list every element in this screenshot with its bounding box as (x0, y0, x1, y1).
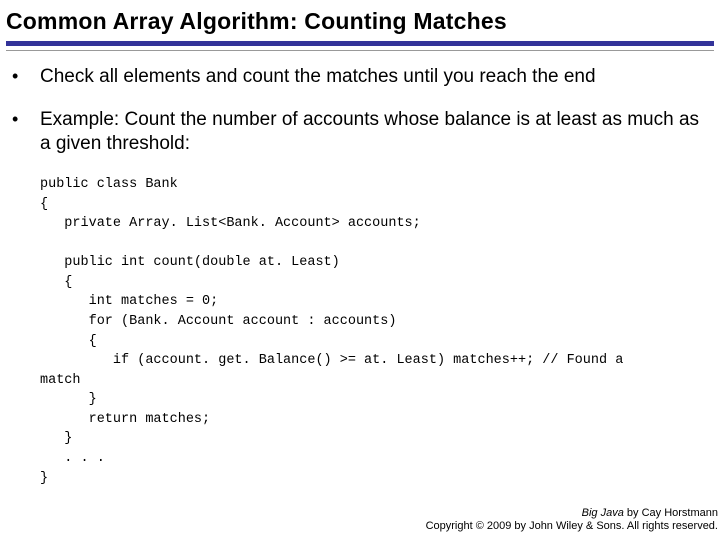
slide-title: Common Array Algorithm: Counting Matches (6, 8, 714, 46)
slide: Common Array Algorithm: Counting Matches… (0, 0, 720, 540)
bullet-item: • Example: Count the number of accounts … (12, 108, 714, 157)
footer-copyright: Copyright © 2009 by John Wiley & Sons. A… (426, 520, 718, 534)
book-title: Big Java (582, 507, 624, 519)
bullet-dot-icon: • (12, 108, 40, 131)
code-block: public class Bank { private Array. List<… (6, 175, 714, 488)
bullet-item: • Check all elements and count the match… (12, 65, 714, 90)
bullet-dot-icon: • (12, 65, 40, 88)
footer-byline: by Cay Horstmann (624, 507, 718, 519)
bullet-text: Check all elements and count the matches… (40, 65, 714, 90)
footer-line-1: Big Java by Cay Horstmann (426, 507, 718, 521)
slide-footer: Big Java by Cay Horstmann Copyright © 20… (426, 507, 718, 535)
title-underline (6, 50, 714, 51)
bullet-list: • Check all elements and count the match… (6, 65, 714, 157)
bullet-text: Example: Count the number of accounts wh… (40, 108, 714, 157)
